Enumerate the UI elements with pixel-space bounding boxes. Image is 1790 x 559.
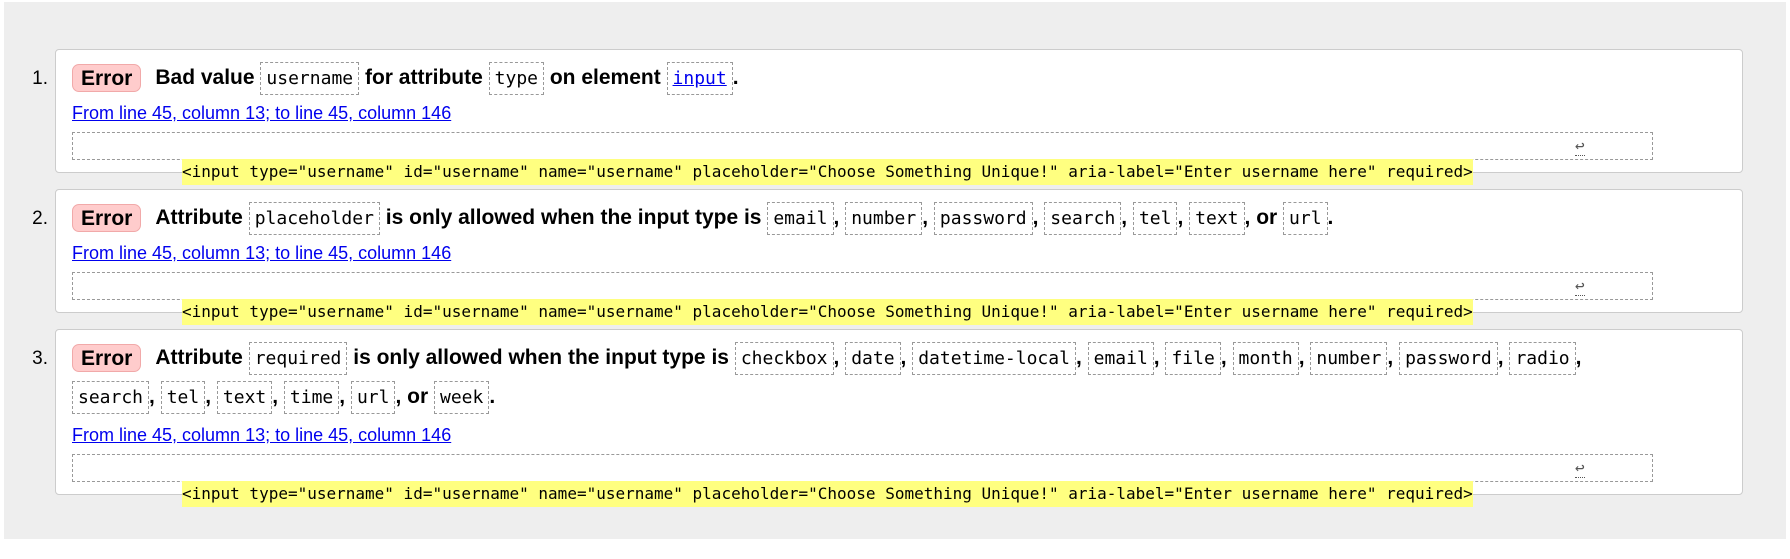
code-type: email: [767, 201, 834, 235]
code-type: password: [1399, 341, 1498, 375]
error-badge: Error: [72, 64, 142, 93]
code-type: tel: [160, 380, 206, 414]
element-link[interactable]: input: [673, 68, 727, 89]
message-phrase: for attribute: [364, 66, 483, 89]
code-type: search: [72, 380, 150, 414]
message-phrase: Attribute: [155, 346, 243, 369]
code-type: text: [1189, 201, 1245, 235]
location-link[interactable]: From line 45, column 13; to line 45, col…: [72, 424, 451, 446]
code-type: number: [1310, 341, 1388, 375]
code-type: time: [283, 380, 340, 414]
code-type: week: [433, 380, 490, 414]
code-type: radio: [1509, 341, 1576, 375]
code-value: username: [260, 61, 360, 95]
code-type: tel: [1132, 201, 1178, 235]
message-number: 2.: [32, 208, 48, 229]
code-type: number: [845, 201, 923, 235]
code-type: text: [216, 380, 273, 414]
error-badge: Error: [72, 204, 142, 233]
code-attribute: placeholder: [248, 201, 380, 235]
location-link[interactable]: From line 45, column 13; to line 45, col…: [72, 242, 451, 264]
highlighted-source: <input type="username" id="username" nam…: [182, 159, 1473, 185]
message-text: Error Bad value username for attribute ty…: [72, 58, 1734, 97]
code-extract: <input type="username" id="username" nam…: [72, 132, 1653, 185]
code-type: url: [1283, 201, 1328, 235]
code-extract: <input type="username" id="username" nam…: [72, 454, 1653, 507]
highlighted-source: <input type="username" id="username" nam…: [182, 481, 1473, 507]
return-icon: ↩: [1575, 136, 1585, 156]
message-number: 1.: [32, 68, 48, 89]
message-text: Error Attribute required is only allowed …: [72, 338, 1734, 377]
return-icon: ↩: [1575, 458, 1585, 478]
message-phrase: Bad value: [155, 66, 255, 89]
message-end: .: [489, 385, 496, 408]
code-attribute: required: [248, 341, 348, 375]
results-panel: 1. Error Bad value username for attribute…: [4, 2, 1786, 539]
code-attribute: type: [488, 61, 544, 95]
error-message-3: 3. Error Attribute required is only allow…: [32, 329, 1743, 507]
message-end: .: [1327, 206, 1334, 229]
code-extract: <input type="username" id="username" nam…: [72, 272, 1653, 325]
error-message-2: 2. Error Attribute placeholder is only al…: [32, 189, 1743, 325]
code-type: email: [1087, 341, 1154, 375]
code-type: date: [845, 341, 901, 375]
message-text: Error Attribute placeholder is only allow…: [72, 198, 1734, 237]
message-phrase: is only allowed when the input type is: [353, 346, 729, 369]
code-type: url: [350, 380, 396, 414]
highlighted-source: <input type="username" id="username" nam…: [182, 299, 1473, 325]
code-type: checkbox: [734, 341, 834, 375]
return-icon: ↩: [1575, 276, 1585, 296]
code-type: datetime-local: [912, 341, 1076, 375]
code-type: file: [1165, 341, 1221, 375]
message-text-continued: search, tel, text, time, url, or week.: [72, 377, 1734, 416]
code-element: input: [666, 61, 733, 95]
message-phrase: on element: [549, 66, 661, 89]
message-or: or: [407, 385, 429, 408]
code-type: search: [1044, 201, 1122, 235]
location-link[interactable]: From line 45, column 13; to line 45, col…: [72, 102, 451, 124]
message-phrase: Attribute: [155, 206, 243, 229]
error-badge: Error: [72, 344, 142, 373]
code-type: password: [933, 201, 1033, 235]
message-number: 3.: [32, 348, 48, 369]
message-end: .: [732, 66, 739, 89]
error-message-1: 1. Error Bad value username for attribute…: [32, 49, 1743, 185]
code-type: month: [1232, 341, 1299, 375]
message-phrase: is only allowed when the input type is: [385, 206, 762, 229]
message-or: or: [1256, 206, 1278, 229]
